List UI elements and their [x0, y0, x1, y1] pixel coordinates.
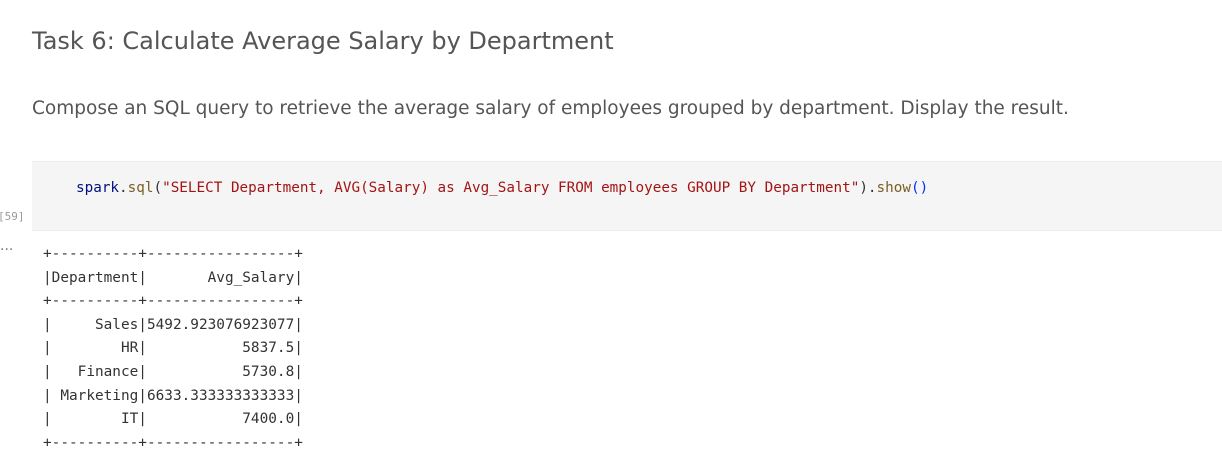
code-line[interactable]: spark.sql("SELECT Department, AVG(Salary…: [76, 177, 928, 199]
cell-output: +----------+-----------------+ |Departmen…: [43, 243, 303, 455]
output-table-header: |Department| Avg_Salary|: [43, 269, 303, 286]
code-cell-editor[interactable]: spark.sql("SELECT Department, AVG(Salary…: [32, 161, 1222, 231]
code-token-method: sql: [127, 180, 154, 196]
output-table-row: | Marketing|6633.333333333333|: [43, 387, 303, 404]
output-table-row: | Finance| 5730.8|: [43, 363, 303, 380]
code-token-show-method: show: [876, 180, 911, 196]
code-token-dot: .: [119, 180, 128, 196]
code-token-show-parens: (): [910, 180, 929, 196]
code-token-object: spark: [76, 180, 120, 196]
code-token-close-paren: ): [859, 180, 868, 196]
output-table-border: +----------+-----------------+: [43, 246, 303, 262]
task-description: Compose an SQL query to retrieve the ave…: [32, 98, 1069, 119]
output-table-border: +----------+-----------------+: [43, 434, 303, 451]
output-table-row: | IT| 7400.0|: [43, 411, 303, 428]
code-token-open-paren: (: [153, 180, 163, 196]
output-table-row: | Sales|5492.923076923077|: [43, 316, 303, 333]
output-table-row: | HR| 5837.5|: [43, 340, 303, 357]
code-token-query-string: "SELECT Department, AVG(Salary) as Avg_S…: [162, 180, 860, 196]
output-more-icon[interactable]: ···: [0, 243, 13, 257]
notebook-page: Task 6: Calculate Average Salary by Depa…: [0, 0, 1222, 476]
code-token-dot: .: [867, 180, 877, 196]
task-title: Task 6: Calculate Average Salary by Depa…: [32, 27, 614, 55]
output-table-border: +----------+-----------------+: [43, 293, 303, 310]
execution-count: [59]: [0, 210, 25, 223]
